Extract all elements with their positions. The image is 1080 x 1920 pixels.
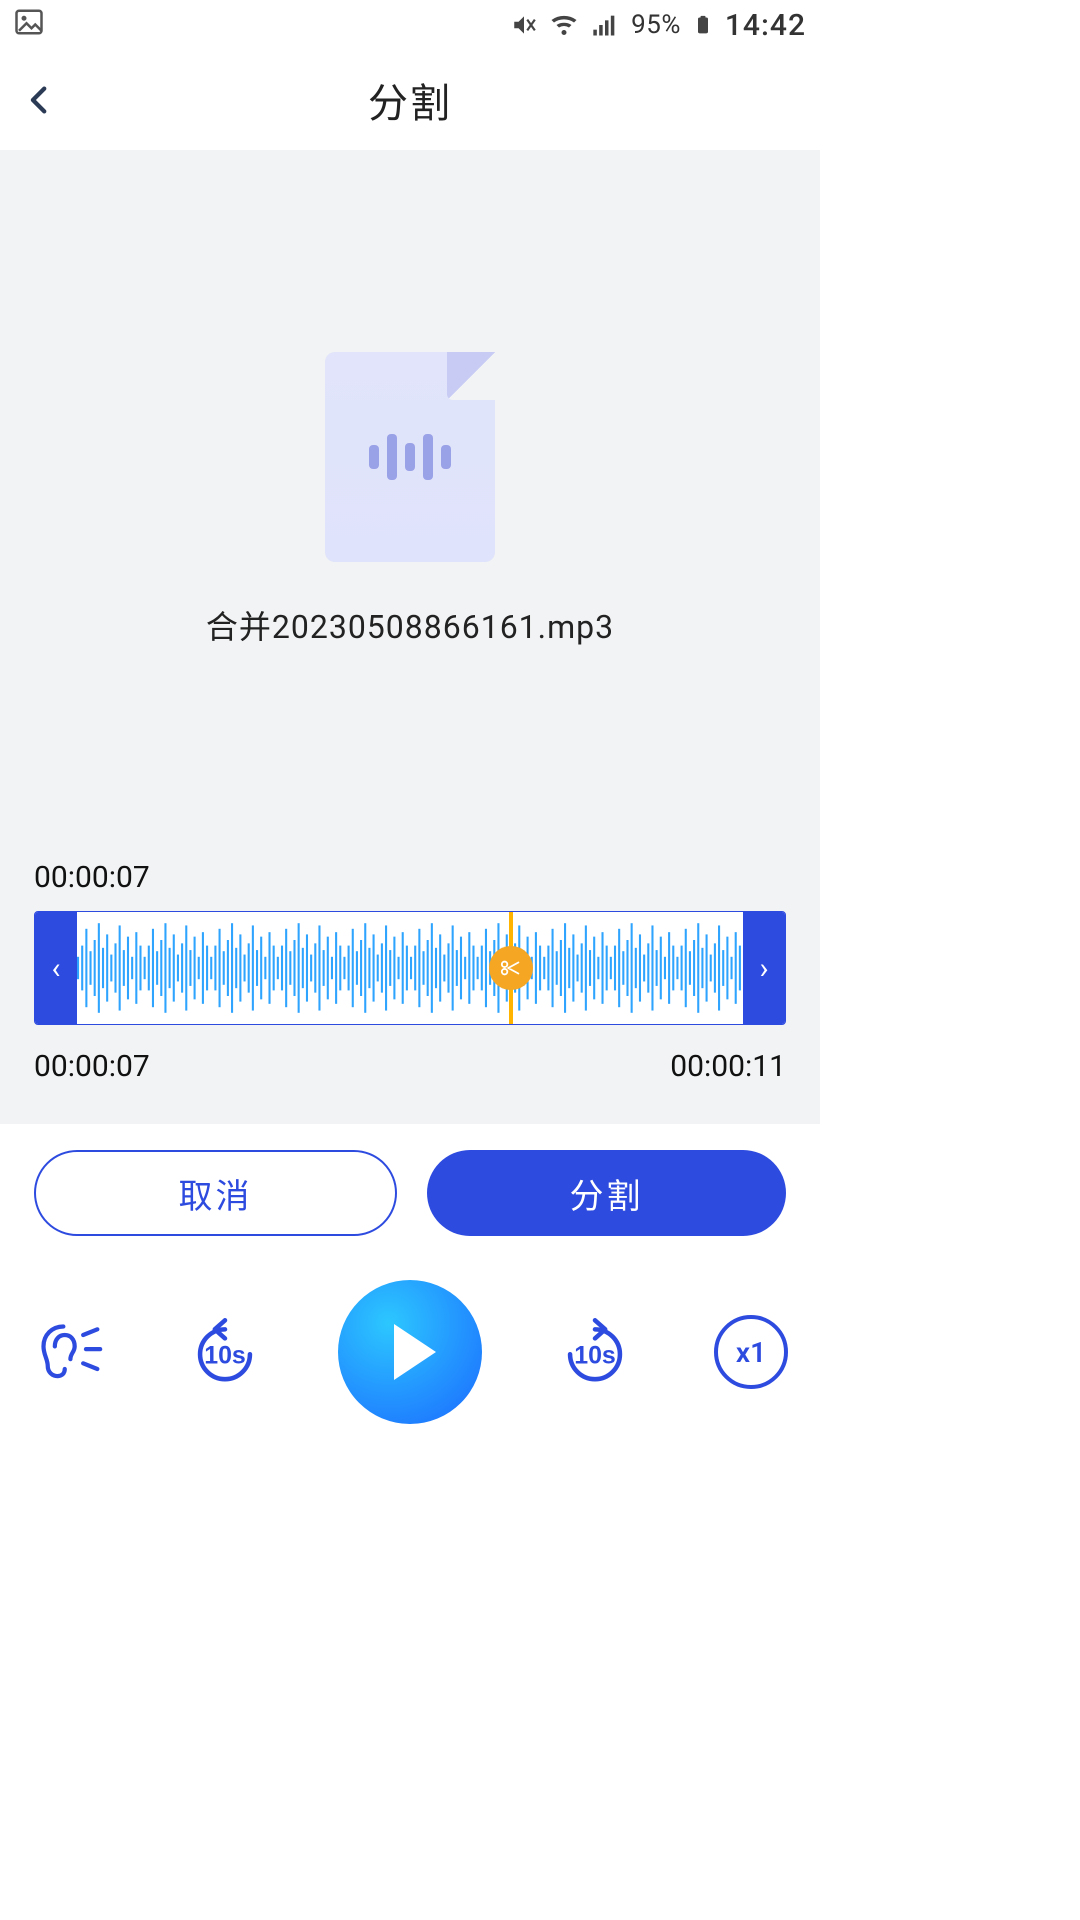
app-header: 分割 — [0, 50, 820, 150]
waveform-svg — [77, 912, 743, 1024]
battery-icon — [693, 10, 713, 40]
range-start-label: 00:00:07 — [34, 1049, 150, 1084]
listen-toggle-button[interactable] — [26, 1309, 112, 1395]
trim-handle-left[interactable]: ‹ — [35, 912, 77, 1024]
battery-percent: 95% — [631, 10, 681, 40]
playback-controls: 10s 10s x1 — [0, 1250, 820, 1464]
playback-speed-button[interactable]: x1 — [708, 1309, 794, 1395]
range-time-labels: 00:00:07 00:00:11 — [34, 1049, 786, 1084]
audio-file-icon — [325, 352, 495, 562]
trim-handle-right[interactable]: › — [743, 912, 785, 1024]
rewind-label: 10s — [204, 1341, 246, 1369]
status-right: 95% 14:42 — [511, 8, 806, 43]
forward-10s-button[interactable]: 10s — [552, 1309, 638, 1395]
timeline-section: 00:00:07 ‹ — [0, 850, 820, 1124]
cancel-button[interactable]: 取消 — [34, 1150, 397, 1236]
play-button[interactable] — [338, 1280, 482, 1424]
mute-icon — [511, 12, 537, 38]
file-name-label: 合并20230508866161.mp3 — [206, 602, 614, 648]
speed-label: x1 — [736, 1336, 766, 1369]
split-marker[interactable] — [510, 912, 512, 1024]
rewind-icon: 10s — [191, 1318, 259, 1386]
speed-icon: x1 — [714, 1315, 788, 1389]
wifi-icon — [549, 10, 579, 40]
play-icon — [394, 1324, 436, 1380]
chevron-left-icon — [23, 83, 57, 117]
status-clock: 14:42 — [725, 8, 806, 43]
action-button-row: 取消 分割 — [0, 1124, 820, 1250]
page-title: 分割 — [0, 71, 820, 129]
ear-icon — [35, 1318, 103, 1386]
signal-icon — [591, 11, 619, 39]
forward-icon: 10s — [561, 1318, 629, 1386]
forward-label: 10s — [574, 1341, 616, 1369]
status-bar: 95% 14:42 — [0, 0, 820, 50]
waveform-track[interactable]: ‹ — [34, 911, 786, 1025]
current-time-label: 00:00:07 — [34, 860, 786, 895]
back-button[interactable] — [20, 80, 60, 120]
file-preview-area: 合并20230508866161.mp3 — [0, 150, 820, 850]
scissor-icon — [489, 946, 533, 990]
waveform-display[interactable] — [77, 912, 743, 1024]
status-image-indicator — [14, 7, 44, 44]
split-button[interactable]: 分割 — [427, 1150, 786, 1236]
rewind-10s-button[interactable]: 10s — [182, 1309, 268, 1395]
image-icon — [14, 7, 44, 37]
audio-wave-glyph — [369, 434, 451, 480]
range-end-label: 00:00:11 — [670, 1049, 786, 1084]
